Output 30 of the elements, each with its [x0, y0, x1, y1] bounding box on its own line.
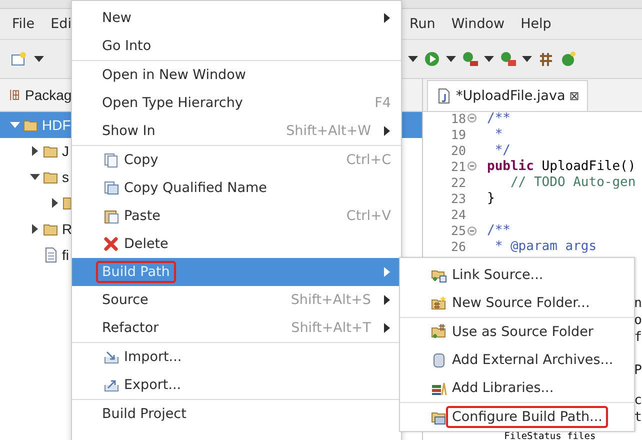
code-line: /** [487, 223, 510, 238]
code-line: * @param args [494, 239, 597, 254]
line-number: 21 [450, 158, 466, 174]
code-fragment: c [634, 393, 642, 408]
shortcut-text: Ctrl+V [346, 208, 391, 224]
shortcut-text: F4 [374, 95, 391, 111]
line-number: 24 [450, 207, 466, 222]
line-number: 25 [450, 223, 466, 238]
shortcut-text: Shift+Alt+S [290, 292, 371, 308]
shortcut-text: Ctrl+C [346, 152, 391, 168]
code-fragment: P [634, 363, 642, 378]
code-fragment: t [634, 410, 642, 426]
code-line: } [487, 191, 495, 206]
code-line: */ [494, 142, 510, 158]
code-fragment: o [634, 312, 642, 328]
code-line: FileStatus files [503, 433, 596, 440]
shortcut-text: Shift+Alt+W [286, 123, 371, 139]
line-number: 19 [450, 126, 466, 142]
line-number: 26 [450, 239, 466, 254]
code-line: /** [487, 110, 510, 126]
code-line: // TODO Auto-gen [509, 174, 636, 190]
code-line: public UploadFile() [487, 158, 636, 174]
line-number: 20 [450, 142, 466, 158]
line-number: 18 [450, 110, 466, 126]
code-fragment: f [634, 330, 642, 345]
shortcut-text: Shift+Alt+T [291, 320, 371, 336]
line-number: 22 [450, 174, 466, 190]
code-fragment: n [634, 296, 642, 311]
line-number: 23 [450, 191, 466, 206]
code-line: * [494, 126, 503, 142]
